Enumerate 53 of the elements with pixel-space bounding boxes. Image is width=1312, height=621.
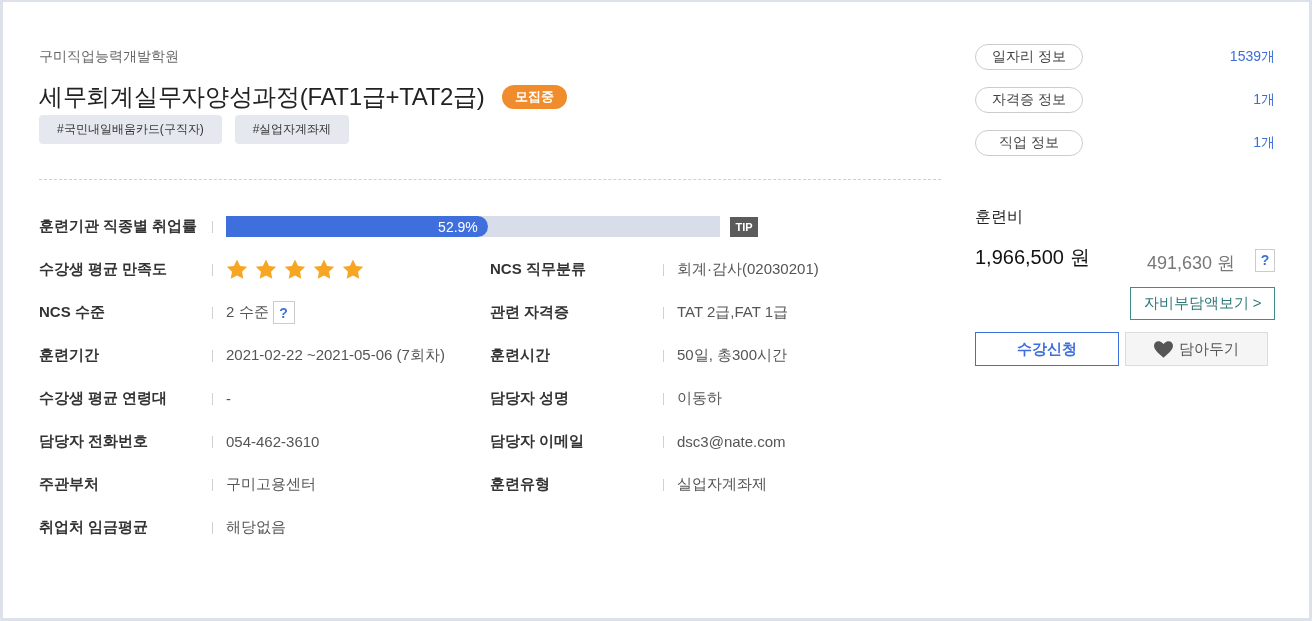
star-icon bbox=[284, 259, 306, 280]
hashtag-chip[interactable]: #국민내일배움카드(구직자) bbox=[39, 115, 222, 144]
info-button[interactable]: 일자리 정보 bbox=[975, 44, 1083, 70]
field-value: 회계·감사(02030201) bbox=[677, 260, 819, 279]
field-label: 담당자 성명 bbox=[490, 389, 571, 408]
status-badge: 모집중 bbox=[502, 85, 568, 109]
field-label: 수강생 평균 연령대 bbox=[39, 389, 169, 408]
field-label: 수강생 평균 만족도 bbox=[39, 260, 169, 279]
star-icon bbox=[313, 259, 335, 280]
field-label: 담당자 이메일 bbox=[490, 432, 586, 451]
progress-reading: 52.9% bbox=[438, 218, 478, 235]
star-icon bbox=[226, 259, 248, 280]
heart-icon bbox=[1154, 340, 1173, 358]
course-title: 세무회계실무자양성과정(FAT1급+TAT2급) bbox=[39, 82, 485, 112]
hashtag-chip[interactable]: #실업자계좌제 bbox=[234, 115, 350, 144]
field-value: dsc3@nate.com bbox=[677, 433, 786, 450]
field-value: 054-462-3610 bbox=[226, 433, 320, 450]
field-value: 구미고용센터 bbox=[226, 475, 316, 494]
info-button[interactable]: 자격증 정보 bbox=[975, 87, 1083, 113]
field-value: 해당없음 bbox=[226, 518, 286, 537]
institution-name: 구미직업능력개발학원 bbox=[39, 47, 179, 66]
field-value: 이동하 bbox=[677, 389, 722, 408]
wishlist-button[interactable]: 담아두기 bbox=[1125, 332, 1268, 366]
field-label: NCS 수준 bbox=[39, 303, 106, 322]
field-value: 2021-02-22 ~2021-05-06 (7회차) bbox=[226, 346, 445, 365]
field-label: 훈련시간 bbox=[490, 346, 551, 365]
field-value: - bbox=[226, 390, 231, 407]
star-icon bbox=[255, 259, 277, 280]
field-value: TAT 2급,FAT 1급 bbox=[677, 303, 789, 322]
help-button[interactable]: ? bbox=[272, 301, 295, 324]
count-link[interactable]: 1개 bbox=[1253, 134, 1275, 152]
info-button[interactable]: 직업 정보 bbox=[975, 130, 1083, 156]
field-label: 취업처 임금평균 bbox=[39, 518, 150, 537]
field-value: 실업자계좌제 bbox=[677, 475, 767, 494]
field-label: 훈련기관 직종별 취업률 bbox=[39, 217, 199, 236]
field-value: 2 수준 bbox=[226, 303, 269, 322]
total-fee: 1,966,500 원 bbox=[975, 245, 1090, 270]
count-link[interactable]: 1539개 bbox=[1229, 48, 1275, 66]
field-label: 담당자 전화번호 bbox=[39, 432, 150, 451]
tip-badge[interactable]: TIP bbox=[730, 216, 758, 237]
star-icon bbox=[342, 259, 364, 280]
field-label: 훈련유형 bbox=[490, 475, 551, 494]
help-button[interactable]: ? bbox=[1255, 248, 1275, 272]
self-pay-detail-button[interactable]: 자비부담액보기 > bbox=[1130, 287, 1275, 320]
count-link[interactable]: 1개 bbox=[1253, 91, 1275, 109]
field-label: 주관부처 bbox=[39, 475, 100, 494]
apply-button[interactable]: 수강신청 bbox=[975, 332, 1119, 366]
field-label: 훈련기간 bbox=[39, 346, 100, 365]
field-value: 50일, 총300시간 bbox=[677, 346, 788, 365]
field-label: 관련 자격증 bbox=[490, 303, 571, 322]
self-pay-amount: 491,630 원 bbox=[1146, 252, 1235, 275]
fee-title: 훈련비 bbox=[975, 207, 1023, 227]
field-label: NCS 직무분류 bbox=[490, 260, 587, 279]
